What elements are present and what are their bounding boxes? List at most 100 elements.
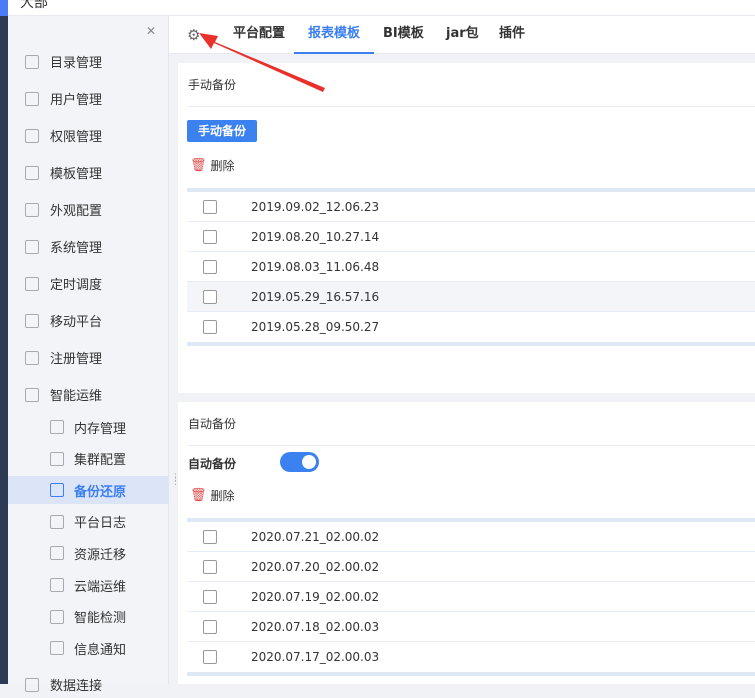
menu-item-icon	[50, 483, 64, 498]
row-checkbox[interactable]	[203, 529, 217, 544]
table-row[interactable]: 2019.05.29_16.57.16	[187, 282, 755, 312]
table-row[interactable]: 2020.07.18_02.00.03	[187, 612, 755, 642]
sidebar-item-1[interactable]: 用户管理	[8, 85, 169, 112]
menu-item-icon	[50, 578, 64, 592]
sidebar-subitem-5[interactable]: 云端运维	[8, 571, 169, 599]
tab-platform-config[interactable]: 平台配置	[233, 16, 285, 54]
backup-name: 2020.07.19_02.00.02	[251, 589, 380, 604]
template-icon	[25, 165, 39, 180]
catalog-icon	[25, 54, 39, 69]
sidebar-item-label: 目录管理	[50, 56, 103, 71]
manual-backup-panel: 手动备份 手动备份 🗑 删除 2019.09.02_12.06.23 2019.08…	[178, 63, 755, 393]
sidebar-item-label: 外观配置	[50, 204, 103, 219]
sidebar-subitem-1[interactable]: 集群配置	[8, 445, 169, 473]
auto-backup-toggle[interactable]	[280, 452, 319, 472]
row-checkbox[interactable]	[203, 199, 217, 214]
sidebar-item-label: 资源迁移	[74, 547, 127, 563]
trash-icon: 🗑	[190, 158, 207, 173]
row-checkbox[interactable]	[203, 619, 217, 634]
menu-item-icon	[50, 609, 64, 624]
row-checkbox[interactable]	[203, 589, 217, 604]
sidebar-item-0[interactable]: 目录管理	[8, 48, 169, 75]
sidebar-item-label: 云端运维	[74, 579, 127, 595]
table-row[interactable]: 2020.07.21_02.00.02	[187, 522, 755, 552]
sidebar-item-label: 集群配置	[74, 453, 127, 469]
sidebar-item-6[interactable]: 定时调度	[8, 270, 169, 297]
row-checkbox[interactable]	[203, 559, 217, 574]
sidebar-item-8[interactable]: 注册管理	[8, 344, 169, 371]
sidebar-subitem-7[interactable]: 信息通知	[8, 634, 169, 662]
backup-name: 2019.08.20_10.27.14	[251, 229, 380, 244]
backup-name: 2019.05.28_09.50.27	[251, 320, 380, 334]
top-bar: 大部	[8, 0, 755, 16]
row-checkbox[interactable]	[203, 320, 217, 334]
backup-name: 2020.07.17_02.00.03	[251, 650, 380, 664]
backup-name: 2019.05.29_16.57.16	[251, 289, 380, 304]
menu-item-icon	[50, 546, 64, 561]
manual-backup-button[interactable]: 手动备份	[187, 120, 258, 142]
tab-bi-template[interactable]: BI模板	[383, 16, 424, 54]
sidebar-item-5[interactable]: 系统管理	[8, 233, 169, 260]
database-icon	[25, 677, 39, 692]
table-row[interactable]: 2019.08.20_10.27.14	[187, 222, 755, 252]
user-icon	[25, 91, 39, 106]
sidebar-item-label: 内存管理	[74, 421, 127, 437]
delete-label: 删除	[210, 489, 235, 503]
sidebar-item-7[interactable]: 移动平台	[8, 307, 169, 334]
paint-icon	[25, 202, 39, 217]
auto-backup-label: 自动备份	[188, 457, 237, 471]
menu-item-icon	[50, 641, 64, 656]
delete-label: 删除	[210, 159, 235, 173]
tab-report-template[interactable]: 报表模板	[294, 16, 375, 54]
table-row[interactable]: 2020.07.19_02.00.02	[187, 582, 755, 612]
sidebar-item-label: 信息通知	[74, 642, 127, 658]
menu-item-icon	[50, 451, 64, 466]
timer-icon	[25, 276, 39, 291]
sidebar-item-9[interactable]: 智能运维	[8, 381, 169, 408]
auto-delete-button[interactable]: 🗑 删除	[190, 487, 235, 504]
sidebar-subitem-4[interactable]: 资源迁移	[8, 539, 169, 567]
auto-backup-panel: 自动备份 自动备份 🗑 删除 2020.07.21_02.00.02 2020.07…	[178, 402, 755, 684]
tab-jar[interactable]: jar包	[446, 16, 479, 54]
menu-item-icon	[50, 420, 64, 434]
sidebar-item-label: 系统管理	[50, 241, 103, 256]
sidebar-item-3[interactable]: 模板管理	[8, 159, 169, 186]
table-row[interactable]: 2020.07.20_02.00.02	[187, 552, 755, 582]
manual-backup-title: 手动备份	[188, 63, 755, 107]
sidebar-item-label: 模板管理	[50, 167, 103, 182]
auto-backup-table: 2020.07.21_02.00.02 2020.07.20_02.00.02 20…	[187, 518, 755, 676]
tab-bar: ⚙ 平台配置 报表模板 BI模板 jar包 插件	[169, 16, 755, 54]
backup-name: 2020.07.20_02.00.02	[251, 559, 380, 574]
sidebar-subitem-3[interactable]: 平台日志	[8, 508, 169, 536]
table-row[interactable]: 2019.05.28_09.50.27	[187, 312, 755, 342]
sidebar-subitem-0[interactable]: 内存管理	[8, 413, 169, 441]
sidebar-subitem-2[interactable]: 备份还原	[8, 476, 169, 505]
sidebar-subitem-6[interactable]: 智能检测	[8, 603, 169, 631]
tab-plugin[interactable]: 插件	[499, 16, 525, 54]
pin-icon[interactable]: ✕	[146, 24, 156, 38]
trash-icon: 🗑	[190, 488, 207, 503]
backup-name: 2020.07.21_02.00.02	[251, 529, 380, 544]
sidebar-item-2[interactable]: 权限管理	[8, 122, 169, 149]
sidebar-item-4[interactable]: 外观配置	[8, 196, 169, 223]
row-checkbox[interactable]	[203, 259, 217, 274]
sidebar-item-label: 平台日志	[74, 516, 127, 532]
table-row[interactable]: 2020.07.17_02.00.03	[187, 642, 755, 672]
sidebar-item-label: 智能运维	[50, 389, 103, 404]
backup-name: 2019.08.03_11.06.48	[251, 259, 380, 274]
backup-name: 2019.09.02_12.06.23	[251, 199, 380, 214]
row-checkbox[interactable]	[203, 229, 217, 244]
sidebar-item-data-connection[interactable]: 数据连接	[8, 671, 169, 698]
manual-delete-button[interactable]: 🗑 删除	[190, 157, 235, 174]
auto-backup-title: 自动备份	[188, 402, 755, 446]
sidebar-item-label: 权限管理	[50, 130, 103, 145]
sidebar-item-label: 定时调度	[50, 278, 103, 293]
row-checkbox[interactable]	[203, 650, 217, 664]
backup-name: 2020.07.18_02.00.03	[251, 619, 380, 634]
table-row[interactable]: 2019.09.02_12.06.23	[187, 192, 755, 222]
sidebar-item-label: 用户管理	[50, 93, 103, 108]
menu-item-icon	[50, 514, 64, 529]
table-row[interactable]: 2019.08.03_11.06.48	[187, 252, 755, 282]
row-checkbox[interactable]	[203, 289, 217, 304]
gear-icon[interactable]: ⚙	[187, 26, 200, 44]
